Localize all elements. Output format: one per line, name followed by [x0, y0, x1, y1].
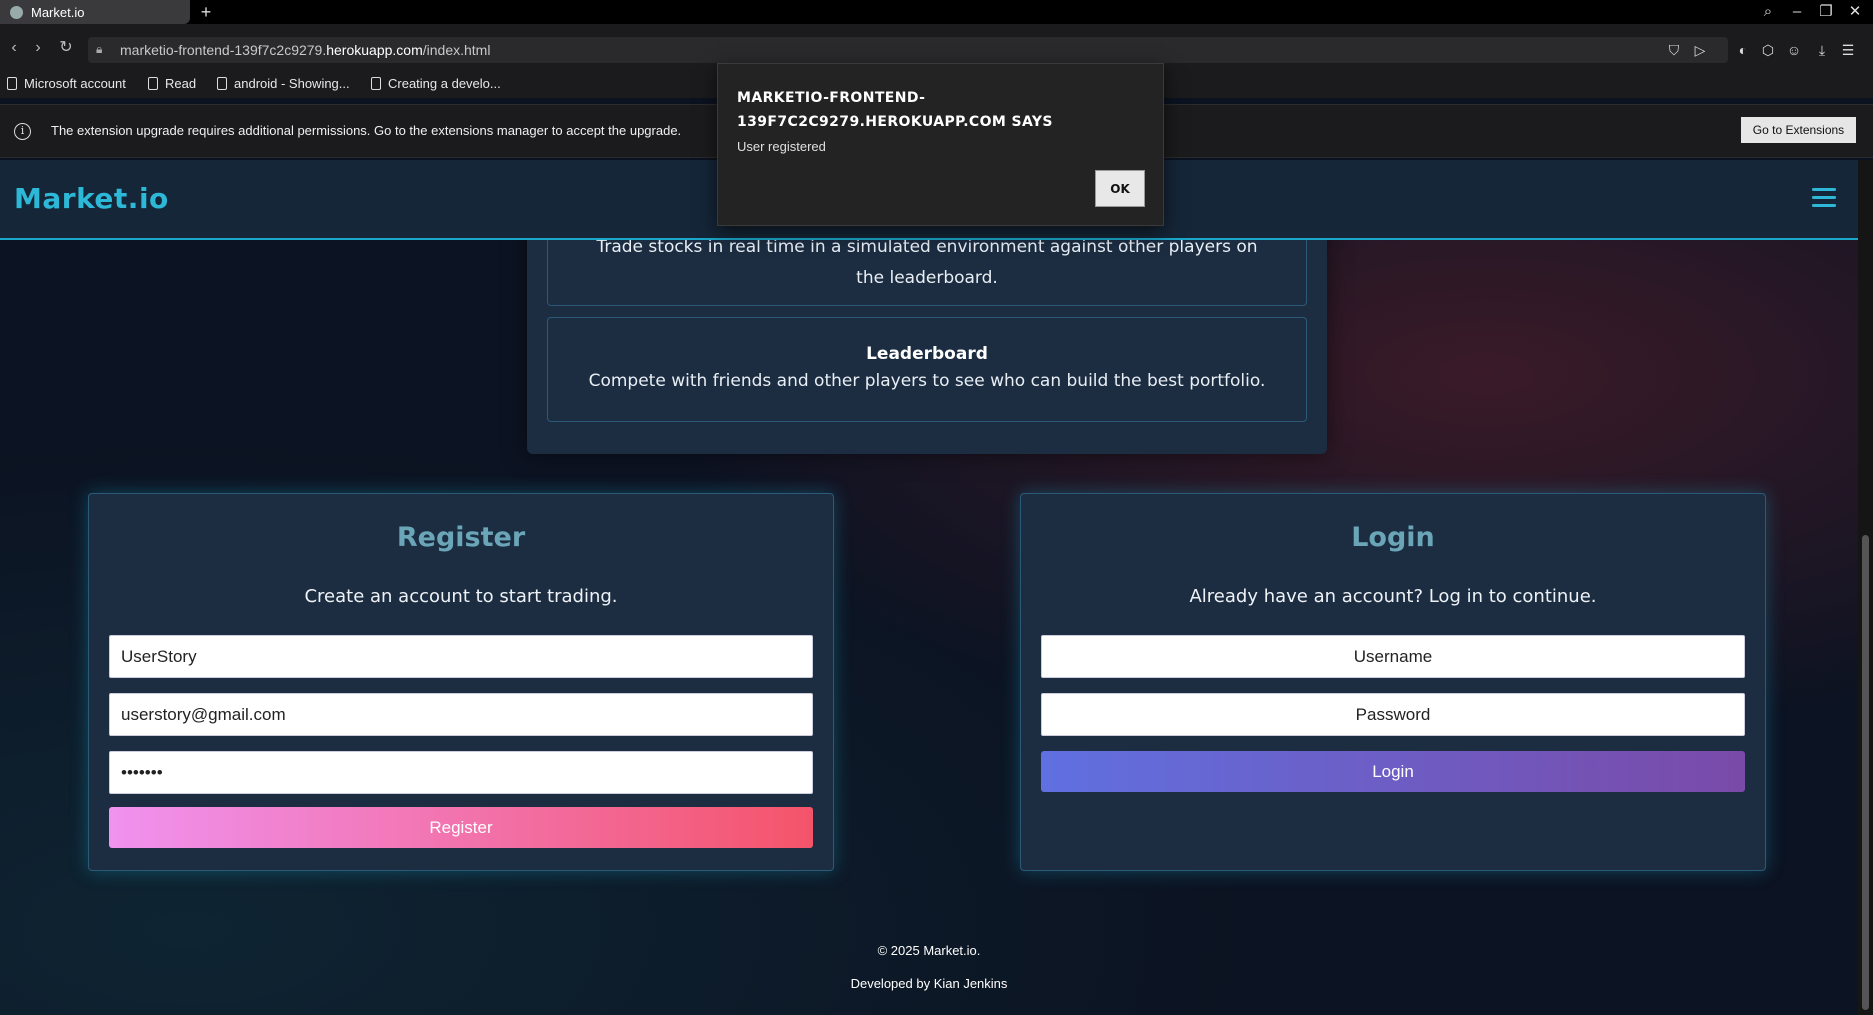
- register-email-input[interactable]: [109, 693, 813, 736]
- reload-icon[interactable]: ↻: [56, 38, 76, 58]
- bookmark-android[interactable]: android - Showing...: [217, 76, 350, 91]
- register-panel: Register Create an account to start trad…: [88, 493, 834, 871]
- bookmark-label: Read: [165, 76, 197, 91]
- download-icon[interactable]: ⤓: [1812, 40, 1832, 60]
- ok-button[interactable]: OK: [1095, 170, 1145, 207]
- hamburger-menu-icon[interactable]: [1812, 188, 1836, 210]
- footer-copyright: © 2025 Market.io.: [877, 943, 981, 958]
- page-icon: [7, 77, 17, 90]
- bookmark-read[interactable]: Read: [148, 76, 196, 91]
- bookmark-microsoft-account[interactable]: Microsoft account: [7, 76, 126, 91]
- infobar-text: The extension upgrade requires additiona…: [51, 123, 682, 138]
- register-button[interactable]: Register: [109, 807, 813, 848]
- login-title: Login: [1351, 522, 1435, 553]
- tab-title: Market.io: [31, 4, 85, 20]
- send-icon[interactable]: ▷: [1690, 40, 1710, 60]
- shield-icon[interactable]: ⛉: [1664, 40, 1684, 60]
- register-title: Register: [396, 522, 526, 553]
- close-window-icon[interactable]: ✕: [1842, 0, 1868, 24]
- page-icon: [371, 77, 381, 90]
- feature-description: Compete with friends and other players t…: [588, 371, 1266, 391]
- bookmark-label: android - Showing...: [234, 76, 350, 91]
- scrollbar-thumb[interactable]: [1862, 535, 1869, 1010]
- register-password-input[interactable]: [109, 751, 813, 794]
- bookmark-creating[interactable]: Creating a develo...: [371, 76, 501, 91]
- feature-description: Trade stocks in real time in a simulated…: [596, 237, 1258, 288]
- url-path: /index.html: [422, 42, 491, 58]
- register-username-input[interactable]: [109, 635, 813, 678]
- url-prefix: marketio-frontend-139f7c2c9279.: [120, 42, 327, 58]
- url-text[interactable]: marketio-frontend-139f7c2c9279.herokuapp…: [120, 42, 490, 58]
- new-tab-button[interactable]: +: [196, 2, 216, 22]
- dialog-title: MARKETIO-FRONTEND-139F7C2C9279.HEROKUAPP…: [737, 90, 1053, 130]
- url-domain: herokuapp.com: [326, 42, 423, 58]
- info-icon: i: [14, 123, 31, 140]
- login-username-input[interactable]: [1041, 635, 1745, 678]
- forward-icon[interactable]: ›: [28, 38, 48, 58]
- feature-title: Leaderboard: [866, 344, 988, 364]
- login-panel: Login Already have an account? Log in to…: [1020, 493, 1766, 871]
- login-password-input[interactable]: [1041, 693, 1745, 736]
- bookmark-label: Creating a develo...: [388, 76, 501, 91]
- register-subtitle: Create an account to start trading.: [304, 586, 618, 607]
- menu-icon[interactable]: ☰: [1838, 40, 1858, 60]
- go-to-extensions-button[interactable]: Go to Extensions: [1741, 117, 1856, 143]
- bookmark-label: Microsoft account: [24, 76, 126, 91]
- login-subtitle: Already have an account? Log in to conti…: [1189, 586, 1597, 607]
- favicon-icon: [10, 5, 23, 19]
- browser-tab[interactable]: Market.io: [0, 0, 190, 24]
- site-logo[interactable]: Market.io: [14, 182, 169, 215]
- page-icon: [148, 77, 158, 90]
- search-tabs-icon[interactable]: ⌕: [1755, 0, 1781, 24]
- extensions-icon[interactable]: ⬡: [1758, 40, 1778, 60]
- footer-developer: Developed by Kian Jenkins: [850, 976, 1008, 991]
- back-icon[interactable]: ‹: [4, 38, 24, 58]
- profile-icon[interactable]: ☺: [1784, 40, 1804, 60]
- page-icon: [217, 77, 227, 90]
- ai-assistant-icon[interactable]: ◐: [1733, 40, 1753, 60]
- alert-dialog: MARKETIO-FRONTEND-139F7C2C9279.HEROKUAPP…: [717, 63, 1164, 226]
- login-button[interactable]: Login: [1041, 751, 1745, 792]
- minimize-icon[interactable]: –: [1784, 0, 1810, 24]
- page-viewport: Market.io Trade stocks in real time in a…: [0, 160, 1858, 1015]
- dialog-message: User registered: [737, 139, 826, 154]
- feature-card-leaderboard: Leaderboard Compete with friends and oth…: [547, 317, 1307, 422]
- lock-icon[interactable]: 🔒︎: [96, 42, 108, 56]
- browser-tab-bar: [0, 0, 1873, 24]
- restore-icon[interactable]: ❐: [1813, 0, 1839, 24]
